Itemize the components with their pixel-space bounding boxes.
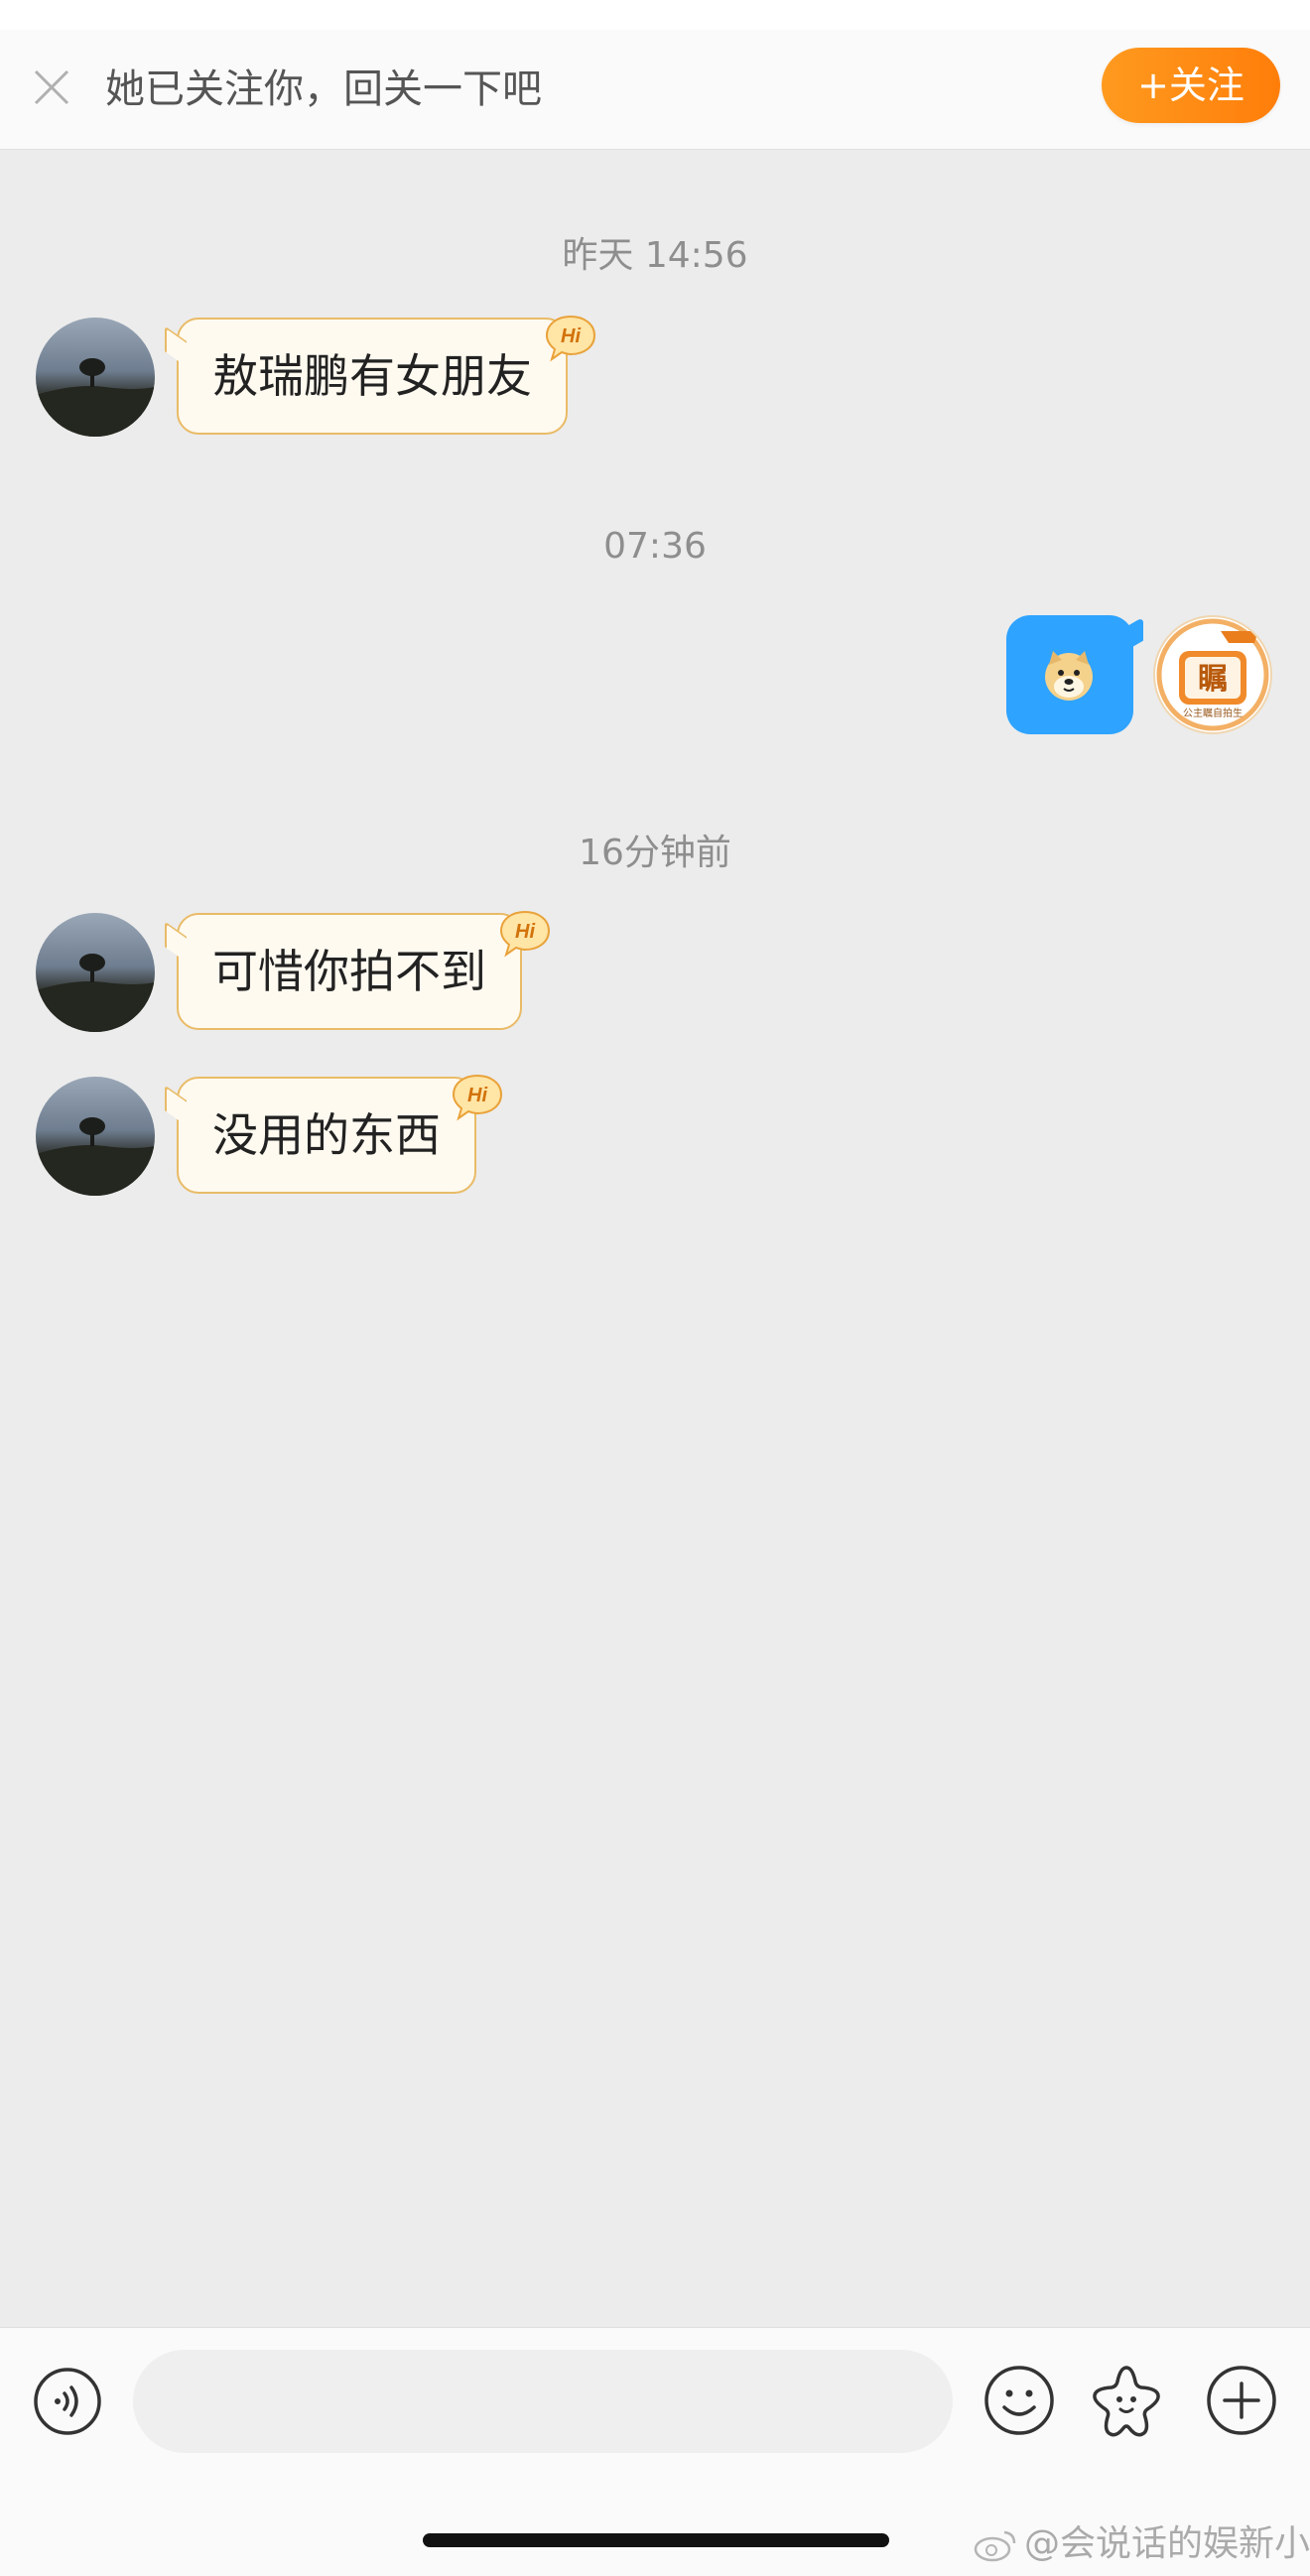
weibo-logo-icon: [974, 2530, 1016, 2562]
close-icon[interactable]: [30, 65, 73, 109]
contact-avatar[interactable]: [36, 913, 155, 1032]
status-strip: [0, 0, 1310, 31]
weibo-watermark: @会说话的娱新小弟: [973, 2514, 1310, 2566]
sent-message-bubble[interactable]: [1006, 615, 1133, 734]
received-message-bubble[interactable]: 可惜你拍不到: [177, 913, 522, 1030]
hi-badge-icon: Hi: [452, 1074, 503, 1121]
voice-icon[interactable]: [32, 2366, 103, 2437]
contact-avatar[interactable]: [36, 318, 155, 437]
message-input[interactable]: [133, 2350, 953, 2453]
emoji-smile-icon[interactable]: [982, 2364, 1056, 2437]
sticker-star-icon[interactable]: [1088, 2362, 1165, 2439]
follow-button[interactable]: +关注: [1102, 48, 1280, 123]
follow-prompt-bar: 她已关注你，回关一下吧 +关注: [0, 30, 1310, 150]
svg-text:瞩: 瞩: [1198, 662, 1228, 697]
svg-text:Hi: Hi: [515, 921, 535, 943]
follow-back-prompt: 她已关注你，回关一下吧: [105, 66, 542, 112]
plus-circle-icon[interactable]: [1205, 2364, 1278, 2437]
svg-text:公主瞩自拍生: 公主瞩自拍生: [1183, 707, 1243, 719]
svg-text:Hi: Hi: [561, 325, 581, 347]
home-indicator[interactable]: [423, 2533, 889, 2547]
message-timestamp: 16分钟前: [579, 833, 731, 873]
message-timestamp: 昨天 14:56: [562, 235, 748, 276]
doge-emoji-icon: [1045, 651, 1093, 701]
message-text: 没用的东西: [212, 1108, 441, 1162]
my-avatar[interactable]: 瞩 公主瞩自拍生: [1153, 615, 1272, 734]
message-text: 可惜你拍不到: [212, 945, 486, 998]
message-timestamp: 07:36: [603, 526, 707, 567]
message-text: 敖瑞鹏有女朋友: [212, 349, 532, 403]
contact-avatar[interactable]: [36, 1077, 155, 1196]
received-message-bubble[interactable]: 没用的东西: [177, 1077, 476, 1194]
received-message-bubble[interactable]: 敖瑞鹏有女朋友: [177, 318, 568, 435]
svg-text:Hi: Hi: [467, 1085, 487, 1106]
hi-badge-icon: Hi: [545, 315, 596, 362]
hi-badge-icon: Hi: [499, 910, 551, 958]
